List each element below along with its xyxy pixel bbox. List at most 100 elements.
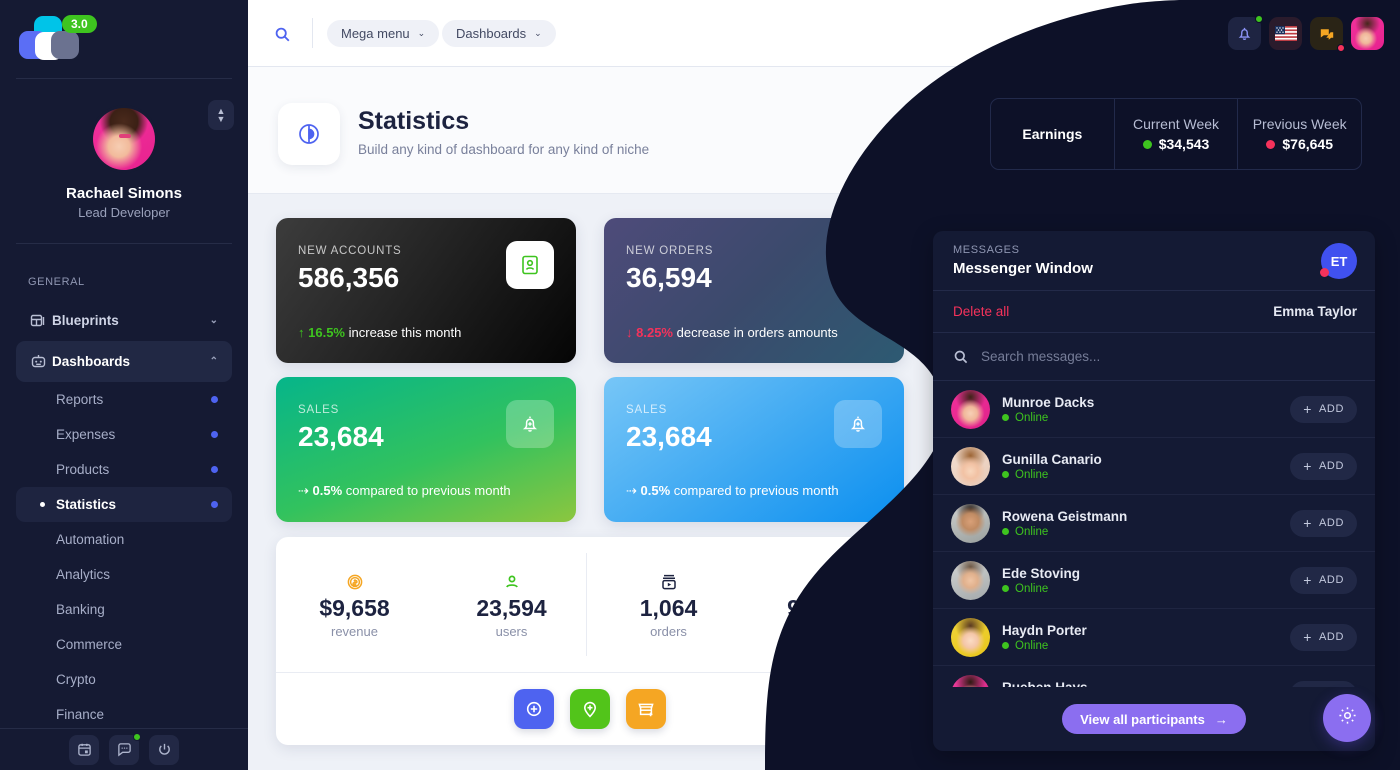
- logo[interactable]: 3.0: [18, 14, 108, 62]
- contact-name: Ede Stoving: [1002, 565, 1081, 581]
- gear-icon: [1337, 705, 1358, 731]
- contact-row[interactable]: Rueben HaysOnline +ADD: [933, 666, 1375, 687]
- action-buttons: [276, 672, 904, 745]
- sidebar-item-label: Blueprints: [52, 313, 119, 328]
- add-label: ADD: [1318, 574, 1344, 586]
- user-icon: [503, 571, 521, 593]
- contact-name: Rowena Geistmann: [1002, 508, 1128, 524]
- delete-all-button[interactable]: Delete all: [953, 304, 1009, 319]
- earnings-current-week: Current Week $34,543: [1113, 99, 1238, 169]
- sidebar-item-dashboards[interactable]: Dashboards ⌃: [16, 341, 232, 382]
- add-contact-button[interactable]: +ADD: [1290, 623, 1357, 651]
- contact-status: Online: [1002, 583, 1278, 595]
- sidebar-item-expenses[interactable]: Expenses: [16, 417, 232, 452]
- notification-dot: [211, 396, 218, 403]
- store-add-icon-button[interactable]: [626, 688, 666, 729]
- earnings-value: $34,543: [1158, 136, 1210, 152]
- search-icon[interactable]: [270, 22, 294, 46]
- online-dot: [1002, 642, 1009, 649]
- stat-card-sales-blue[interactable]: SALES 23,684 ⇢ 0.5% compared to previous…: [604, 377, 904, 522]
- contact-info: Gunilla Canario Online: [1002, 452, 1278, 481]
- status-badge: [1255, 15, 1263, 23]
- search-input[interactable]: [981, 349, 1281, 364]
- add-contact-button[interactable]: +ADD: [1290, 680, 1357, 687]
- online-dot: [1002, 414, 1009, 421]
- add-contact-button[interactable]: +ADD: [1290, 395, 1357, 423]
- messenger-contact-list: Munroe Dacks Online + ADD Gunilla Canario Onl…: [933, 381, 1375, 687]
- contact-status-label: Online: [1015, 525, 1049, 538]
- earnings-value-wrap: $76,645: [1266, 136, 1333, 152]
- dashboards-menu-button[interactable]: Dashboards ⌄: [442, 20, 556, 47]
- sidebar-item-finance[interactable]: Finance: [16, 697, 232, 732]
- plus-icon: +: [1303, 401, 1312, 417]
- contact-row[interactable]: Gunilla Canario Online + ADD: [933, 438, 1375, 495]
- stat-card-new-orders[interactable]: NEW ORDERS 36,594 ↓ 8.25% decrease in or…: [604, 218, 904, 363]
- profile-role: Lead Developer: [78, 205, 170, 220]
- stat-card-new-accounts[interactable]: NEW ACCOUNTS 586,356 ↑ 16.5% increase th…: [276, 218, 576, 363]
- add-contact-button[interactable]: +ADD: [1290, 566, 1357, 594]
- divider: [586, 553, 587, 656]
- metric-value: 23,594: [476, 594, 547, 621]
- sidebar-item-analytics[interactable]: Analytics: [16, 557, 232, 592]
- plus-circle-icon-button[interactable]: [514, 688, 554, 729]
- user-avatar[interactable]: [1351, 17, 1384, 50]
- stat-card-sales-green[interactable]: SALES 23,684 ⇢ 0.5% compared to previous…: [276, 377, 576, 522]
- sidebar-item-statistics[interactable]: Statistics: [16, 487, 232, 522]
- add-label: ADD: [1318, 460, 1344, 472]
- sidebar-item-label: Statistics: [56, 497, 117, 512]
- add-contact-button[interactable]: +ADD: [1290, 452, 1357, 480]
- messenger-footer: View all participants →: [933, 687, 1375, 751]
- messages-icon-button[interactable]: [1310, 17, 1345, 52]
- profile-switch-button[interactable]: ▲ ▼: [208, 100, 234, 130]
- search-icon: [953, 349, 969, 365]
- stat-card-trend: ↓ 8.25% decrease in orders amounts: [626, 325, 838, 340]
- contact-status: Online: [1002, 526, 1278, 538]
- messenger-subheader: Delete all Emma Taylor: [933, 291, 1375, 333]
- bell-icon-button[interactable]: [1228, 15, 1263, 50]
- flag-us-icon-button[interactable]: [1269, 17, 1302, 50]
- contact-row[interactable]: Haydn Porter Online + ADD: [933, 609, 1375, 666]
- contact-status: Online: [1002, 412, 1278, 424]
- earnings-caption: Previous Week: [1252, 116, 1347, 132]
- trend-pct: 8.25%: [636, 325, 673, 340]
- add-contact-button[interactable]: +ADD: [1290, 509, 1357, 537]
- earnings-title: Earnings: [1022, 126, 1083, 142]
- power-icon-button[interactable]: [149, 734, 179, 765]
- sidebar-item-automation[interactable]: Automation: [16, 522, 232, 557]
- calendar-icon-button[interactable]: [69, 734, 99, 765]
- contact-info: Ede Stoving Online: [1002, 566, 1278, 595]
- sidebar-item-crypto[interactable]: Crypto: [16, 662, 232, 697]
- messenger-avatar[interactable]: ET: [1320, 243, 1357, 279]
- online-dot: [1002, 528, 1009, 535]
- chat-icon-button[interactable]: [109, 732, 141, 765]
- earnings-caption: Current Week: [1132, 116, 1220, 132]
- divider: [312, 18, 313, 48]
- pie-chart-icon: [278, 103, 340, 165]
- sidebar-item-commerce[interactable]: Commerce: [16, 627, 232, 662]
- notification-dot: [211, 466, 218, 473]
- sidebar-item-blueprints[interactable]: Blueprints ⌄: [16, 300, 232, 341]
- view-all-participants-button[interactable]: View all participants →: [1062, 704, 1246, 734]
- contact-avatar: [951, 503, 990, 543]
- location-pin-icon-button[interactable]: [570, 688, 610, 729]
- mega-menu-button[interactable]: Mega menu ⌄: [327, 20, 440, 47]
- contact-row[interactable]: Rowena Geistmann Online + ADD: [933, 495, 1375, 552]
- sidebar: 3.0 ▲ ▼ Rachael Simons Lead Developer GEN…: [0, 0, 248, 770]
- earnings-previous-week: Previous Week $76,645: [1237, 99, 1361, 169]
- sidebar-item-products[interactable]: Products: [16, 452, 232, 487]
- settings-fab-button[interactable]: [1323, 694, 1371, 742]
- sidebar-item-label: Banking: [56, 602, 105, 617]
- contact-row[interactable]: Ede Stoving Online + ADD: [933, 552, 1375, 609]
- active-indicator-dot: [40, 502, 45, 507]
- contact-row[interactable]: Munroe Dacks Online + ADD: [933, 381, 1375, 438]
- sidebar-item-label: Analytics: [56, 567, 111, 582]
- stat-card-value: 23,684: [298, 421, 384, 452]
- metric-value: 9,678M: [787, 594, 864, 621]
- contact-name: Haydn Porter: [1002, 622, 1087, 638]
- sidebar-item-reports[interactable]: Reports: [16, 382, 232, 417]
- stat-card-trend: ⇢ 0.5% compared to previous month: [626, 483, 839, 499]
- stat-card-label: SALES: [298, 404, 340, 416]
- version-badge: 3.0: [62, 15, 97, 33]
- online-dot: [1002, 585, 1009, 592]
- sidebar-item-banking[interactable]: Banking: [16, 592, 232, 627]
